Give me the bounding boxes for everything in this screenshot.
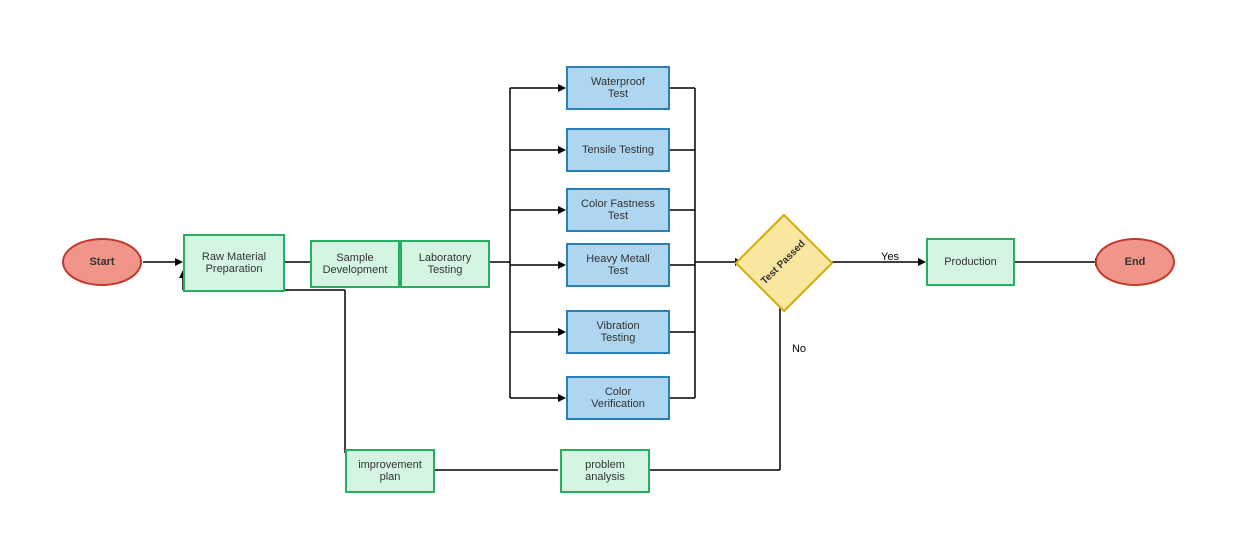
sample-dev-node: Sample Development bbox=[310, 240, 400, 288]
yes-label: Yes bbox=[870, 248, 910, 266]
end-node: End bbox=[1095, 238, 1175, 286]
raw-material-node: Raw Material Preparation bbox=[183, 234, 285, 292]
color-verif-node: Color Verification bbox=[566, 376, 670, 420]
problem-analysis-node: problem analysis bbox=[560, 449, 650, 493]
lab-testing-node: Laboratory Testing bbox=[400, 240, 490, 288]
tensile-node: Tensile Testing bbox=[566, 128, 670, 172]
no-label: No bbox=[784, 340, 814, 358]
start-node: Start bbox=[62, 238, 142, 286]
test-passed-diamond: Test Passed bbox=[743, 222, 825, 304]
color-fastness-node: Color Fastness Test bbox=[566, 188, 670, 232]
improvement-plan-node: improvement plan bbox=[345, 449, 435, 493]
flowchart: Start Raw Material Preparation Sample De… bbox=[0, 0, 1259, 556]
production-node: Production bbox=[926, 238, 1015, 286]
vibration-node: Vibration Testing bbox=[566, 310, 670, 354]
waterproof-node: Waterproof Test bbox=[566, 66, 670, 110]
heavy-metal-node: Heavy Metall Test bbox=[566, 243, 670, 287]
